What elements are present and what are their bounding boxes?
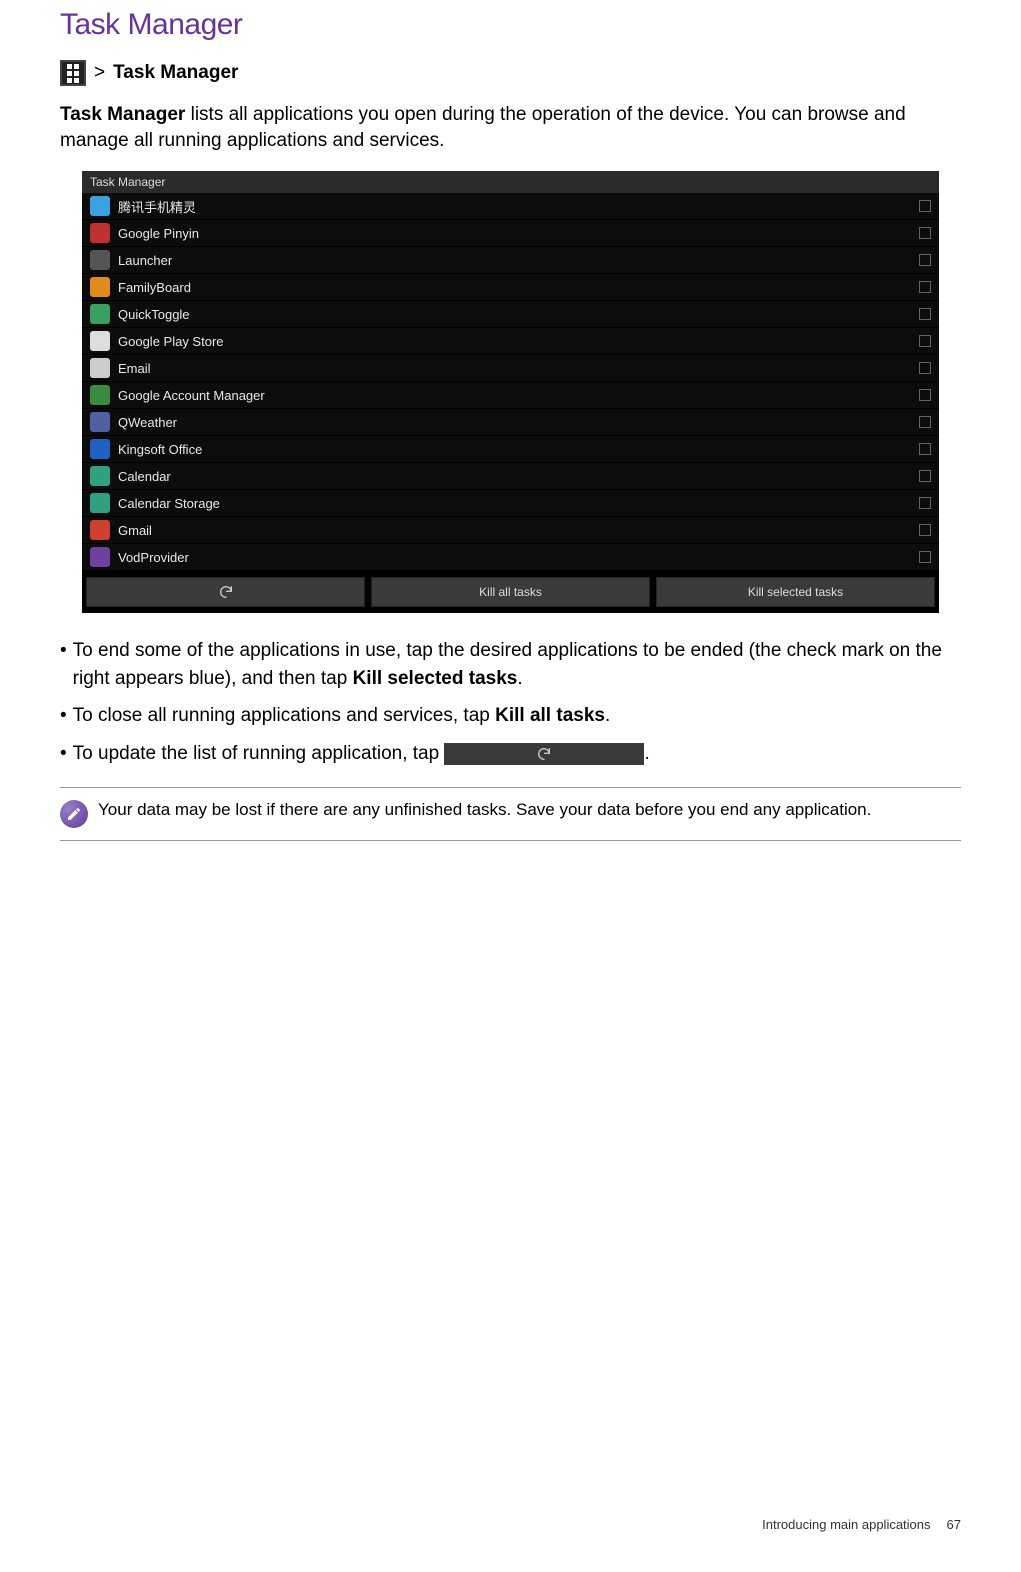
task-row[interactable]: FamilyBoard	[82, 274, 939, 301]
task-name: QWeather	[118, 415, 911, 430]
task-checkbox[interactable]	[919, 281, 931, 293]
task-row[interactable]: Launcher	[82, 247, 939, 274]
task-name: Kingsoft Office	[118, 442, 911, 457]
instruction-item-1: • To end some of the applications in use…	[60, 637, 961, 692]
task-row[interactable]: 腾讯手机精灵	[82, 193, 939, 220]
task-row[interactable]: Google Account Manager	[82, 382, 939, 409]
task-name: 腾讯手机精灵	[118, 197, 911, 216]
task-name: Launcher	[118, 253, 911, 268]
task-checkbox[interactable]	[919, 470, 931, 482]
refresh-button[interactable]	[86, 577, 365, 607]
bullet3-text-c: .	[644, 743, 649, 764]
inline-refresh-button	[444, 743, 644, 765]
task-checkbox[interactable]	[919, 524, 931, 536]
app-icon	[90, 385, 110, 405]
app-icon	[90, 358, 110, 378]
task-name: Email	[118, 361, 911, 376]
bullet2-text-c: .	[605, 705, 610, 726]
task-row[interactable]: Gmail	[82, 517, 939, 544]
task-checkbox[interactable]	[919, 227, 931, 239]
screenshot-window-title: Task Manager	[82, 171, 939, 193]
app-icon	[90, 466, 110, 486]
task-checkbox[interactable]	[919, 497, 931, 509]
app-icon	[90, 331, 110, 351]
pencil-icon	[60, 800, 88, 828]
intro-text: Task Manager lists all applications you …	[60, 102, 961, 153]
breadcrumb-label: Task Manager	[113, 62, 238, 84]
task-checkbox[interactable]	[919, 335, 931, 347]
refresh-icon	[536, 746, 552, 762]
task-name: Google Account Manager	[118, 388, 911, 403]
footer-page-number: 67	[947, 1517, 961, 1532]
task-checkbox[interactable]	[919, 443, 931, 455]
task-row[interactable]: Calendar Storage	[82, 490, 939, 517]
task-checkbox[interactable]	[919, 200, 931, 212]
note-box: Your data may be lost if there are any u…	[60, 787, 961, 841]
breadcrumb-sep: >	[94, 62, 105, 84]
bullet-dot: •	[60, 702, 67, 730]
instruction-item-3: • To update the list of running applicat…	[60, 740, 961, 768]
task-row[interactable]: Google Play Store	[82, 328, 939, 355]
screenshot-footer: Kill all tasks Kill selected tasks	[82, 571, 939, 613]
bullet2-text-a: To close all running applications and se…	[73, 705, 495, 726]
page-title: Task Manager	[60, 8, 961, 42]
app-icon	[90, 223, 110, 243]
bullet2-bold: Kill all tasks	[495, 705, 605, 726]
bullet3-text-a: To update the list of running applicatio…	[73, 743, 445, 764]
task-name: Google Play Store	[118, 334, 911, 349]
task-checkbox[interactable]	[919, 254, 931, 266]
task-checkbox[interactable]	[919, 362, 931, 374]
task-row[interactable]: Calendar	[82, 463, 939, 490]
footer-section: Introducing main applications	[762, 1517, 930, 1532]
kill-selected-button[interactable]: Kill selected tasks	[656, 577, 935, 607]
app-icon	[90, 250, 110, 270]
app-icon	[90, 277, 110, 297]
app-icon	[90, 196, 110, 216]
task-checkbox[interactable]	[919, 416, 931, 428]
kill-all-button[interactable]: Kill all tasks	[371, 577, 650, 607]
bullet-dot: •	[60, 740, 67, 768]
task-name: QuickToggle	[118, 307, 911, 322]
task-checkbox[interactable]	[919, 308, 931, 320]
task-checkbox[interactable]	[919, 551, 931, 563]
task-row[interactable]: Kingsoft Office	[82, 436, 939, 463]
task-name: Calendar Storage	[118, 496, 911, 511]
task-name: VodProvider	[118, 550, 911, 565]
instruction-item-2: • To close all running applications and …	[60, 702, 961, 730]
app-icon	[90, 520, 110, 540]
bullet-dot: •	[60, 637, 67, 692]
app-icon	[90, 493, 110, 513]
app-icon	[90, 304, 110, 324]
breadcrumb: > Task Manager	[60, 60, 961, 86]
task-row[interactable]: QWeather	[82, 409, 939, 436]
task-name: Google Pinyin	[118, 226, 911, 241]
task-name: Calendar	[118, 469, 911, 484]
instruction-list: • To end some of the applications in use…	[60, 637, 961, 767]
app-icon	[90, 547, 110, 567]
app-icon	[90, 412, 110, 432]
bullet1-bold: Kill selected tasks	[353, 668, 518, 689]
page-footer: Introducing main applications 67	[762, 1517, 961, 1532]
task-row[interactable]: VodProvider	[82, 544, 939, 571]
task-name: Gmail	[118, 523, 911, 538]
task-checkbox[interactable]	[919, 389, 931, 401]
intro-rest: lists all applications you open during t…	[60, 104, 906, 151]
task-name: FamilyBoard	[118, 280, 911, 295]
task-manager-screenshot: Task Manager 腾讯手机精灵 Google Pinyin Launcher…	[82, 171, 939, 613]
intro-bold: Task Manager	[60, 104, 185, 125]
app-icon	[90, 439, 110, 459]
note-text: Your data may be lost if there are any u…	[98, 800, 871, 820]
task-row[interactable]: Email	[82, 355, 939, 382]
bullet1-text-c: .	[517, 668, 522, 689]
apps-grid-icon	[60, 60, 86, 86]
refresh-icon	[218, 584, 234, 600]
task-row[interactable]: QuickToggle	[82, 301, 939, 328]
task-list: 腾讯手机精灵 Google Pinyin Launcher FamilyBoard Qu…	[82, 193, 939, 571]
task-row[interactable]: Google Pinyin	[82, 220, 939, 247]
